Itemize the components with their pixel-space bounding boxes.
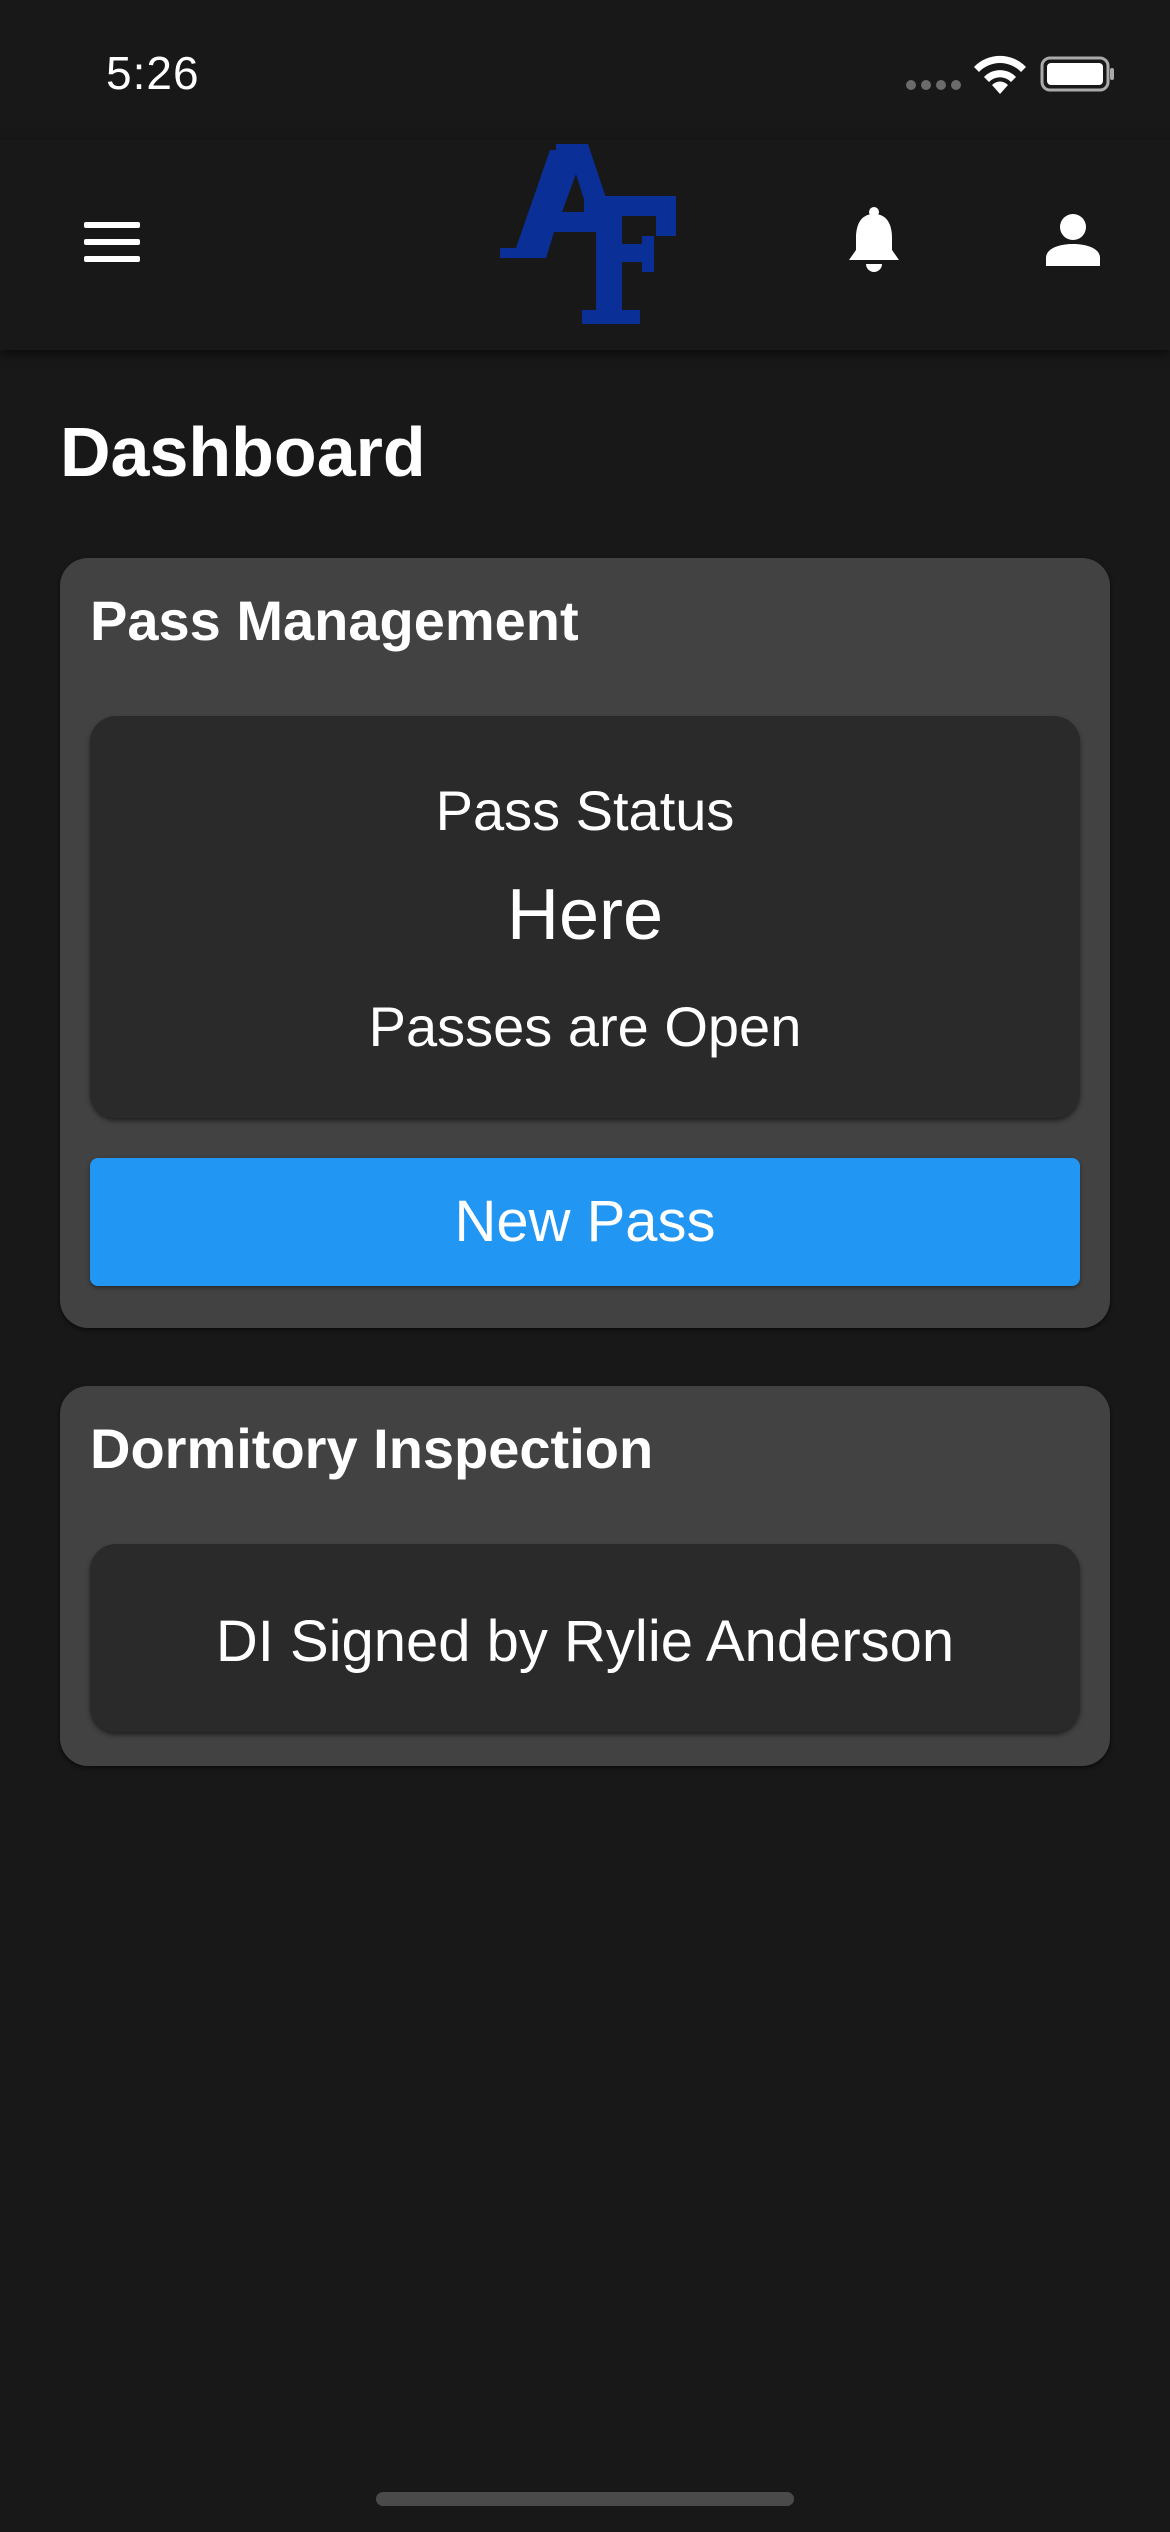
new-pass-button[interactable]: New Pass (90, 1158, 1080, 1286)
wifi-icon (974, 55, 1026, 94)
app-screen: 5:26 Dashboard Pass Management Pass Stat… (0, 0, 1170, 2532)
pass-management-card: Pass Management Pass Status Here Passes … (60, 558, 1110, 1328)
dormitory-inspection-title: Dormitory Inspection (90, 1417, 654, 1480)
battery-icon (1040, 56, 1114, 92)
pass-status-value: Here (506, 875, 664, 955)
home-indicator[interactable] (376, 2492, 794, 2506)
bell-icon[interactable] (846, 206, 902, 274)
status-time: 5:26 (106, 47, 200, 99)
pass-status-panel: Pass Status Here Passes are Open (90, 716, 1080, 1118)
status-bar: 5:26 (0, 0, 1170, 140)
di-status-panel: DI Signed by Rylie Anderson (90, 1544, 1080, 1732)
signal-icon (906, 80, 961, 90)
pass-status-label: Pass Status (435, 779, 735, 842)
af-logo (500, 144, 676, 324)
passes-open-status: Passes are Open (368, 995, 802, 1058)
pass-management-title: Pass Management (90, 589, 579, 652)
page-title: Dashboard (60, 413, 426, 491)
dormitory-inspection-card: Dormitory Inspection DI Signed by Rylie … (60, 1386, 1110, 1766)
app-header (0, 140, 1170, 350)
menu-icon[interactable] (84, 222, 140, 262)
person-icon[interactable] (1046, 214, 1100, 266)
di-signed-text: DI Signed by Rylie Anderson (215, 1609, 955, 1674)
